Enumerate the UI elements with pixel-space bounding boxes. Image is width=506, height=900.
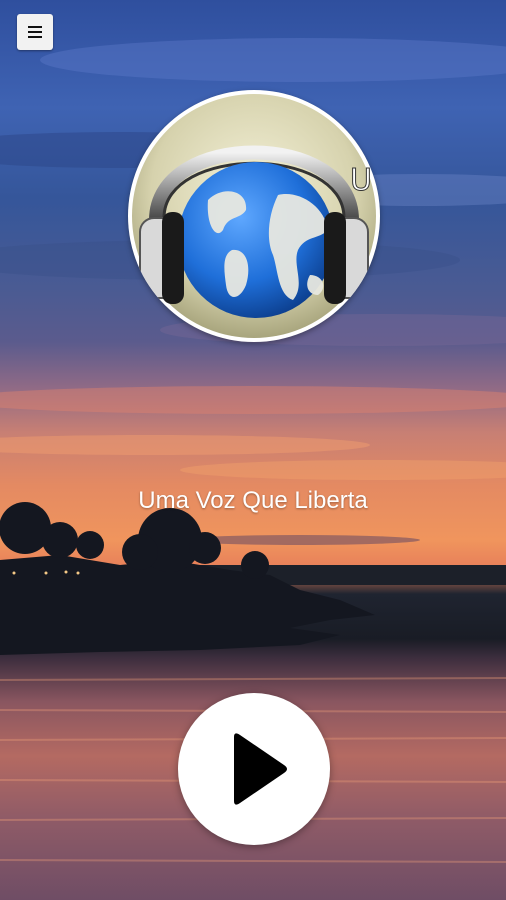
- menu-button[interactable]: [17, 14, 53, 50]
- station-logo: U: [128, 90, 380, 342]
- play-icon: [234, 733, 287, 805]
- svg-text:U: U: [350, 163, 372, 198]
- hamburger-menu-icon: [28, 26, 42, 38]
- app-screen: U Uma Voz Que Liberta: [0, 0, 506, 900]
- headphones-globe-logo: U: [132, 94, 376, 338]
- play-button[interactable]: [178, 693, 330, 845]
- station-name: Uma Voz Que Liberta: [138, 487, 368, 514]
